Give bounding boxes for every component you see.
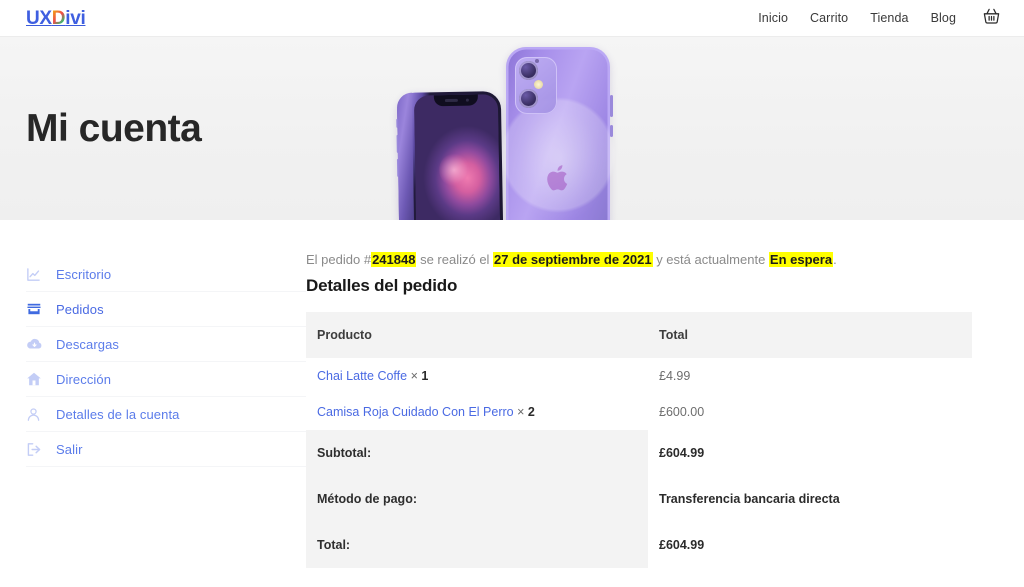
column-header-total: Total — [648, 311, 972, 358]
order-items-table: Producto Total Chai Latte Coffe × 1 £4.9… — [306, 311, 972, 568]
footer-label-total: Total: — [306, 521, 648, 568]
main-navigation: Inicio Carrito Tienda Blog — [758, 7, 1002, 29]
order-details-title: Detalles del pedido — [306, 275, 458, 295]
sidebar-item-escritorio[interactable]: Escritorio — [26, 257, 306, 292]
column-header-producto: Producto — [306, 311, 648, 358]
chart-line-icon — [26, 267, 56, 282]
phone-mute-switch — [395, 118, 399, 128]
order-intro-text-1: El pedido # — [306, 252, 372, 267]
sidebar-item-descargas[interactable]: Descargas — [26, 327, 306, 362]
table-footer-row-subtotal: Subtotal: £604.99 — [306, 429, 972, 476]
iphone-back-graphic — [506, 47, 613, 220]
table-footer-row-total: Total: £604.99 — [306, 521, 972, 568]
hero-section: Mi cuenta — [0, 37, 1024, 220]
shopping-basket-icon — [982, 7, 1001, 29]
store-icon — [26, 301, 56, 317]
table-row: Camisa Roja Cuidado Con El Perro × 2 £60… — [306, 394, 972, 430]
sidebar-item-pedidos[interactable]: Pedidos — [26, 292, 306, 327]
camera-flash-icon — [534, 80, 543, 89]
product-cell: Camisa Roja Cuidado Con El Perro × 2 — [306, 394, 648, 430]
logo-text-ux: UX — [26, 7, 52, 29]
product-quantity: 2 — [527, 404, 535, 419]
table-footer-row-payment-method: Método de pago: Transferencia bancaria d… — [306, 475, 972, 522]
footer-label-payment-method: Método de pago: — [306, 475, 648, 522]
table-footer: Subtotal: £604.99 Método de pago: Transf… — [306, 429, 972, 568]
site-header: UX Divi Inicio Carrito Tienda Blog — [0, 0, 1024, 37]
phone-volume-up-button — [396, 134, 399, 153]
quantity-separator: × — [410, 368, 418, 383]
phone-side-button — [610, 95, 613, 117]
footer-value-subtotal: £604.99 — [648, 429, 972, 476]
product-link[interactable]: Chai Latte Coffe — [317, 369, 407, 383]
order-details-panel: El pedido #241848 se realizó el 27 de se… — [306, 220, 1024, 587]
product-total: £4.99 — [659, 368, 691, 383]
phone-notch-graphic — [433, 94, 479, 107]
order-status-line: El pedido #241848 se realizó el 27 de se… — [306, 250, 972, 270]
product-link[interactable]: Camisa Roja Cuidado Con El Perro — [317, 405, 514, 419]
user-icon — [26, 407, 56, 422]
hero-product-image — [395, 47, 613, 220]
sidebar-label: Descargas — [56, 336, 120, 352]
sidebar-label: Pedidos — [56, 301, 104, 317]
page-title: Mi cuenta — [26, 106, 202, 150]
nav-item-inicio[interactable]: Inicio — [758, 11, 788, 25]
camera-lens-icon — [519, 61, 538, 80]
product-cell: Chai Latte Coffe × 1 — [306, 358, 648, 394]
product-total: £600.00 — [659, 404, 705, 419]
microphone-dot-icon — [535, 59, 539, 63]
sidebar-label: Dirección — [56, 371, 112, 387]
cart-button[interactable] — [980, 7, 1002, 29]
phone-side-button — [610, 125, 613, 137]
sidebar-label: Escritorio — [56, 266, 112, 282]
table-header-row: Producto Total — [306, 311, 972, 358]
camera-lens-icon — [519, 89, 538, 108]
nav-item-carrito[interactable]: Carrito — [810, 11, 848, 25]
apple-logo-icon — [545, 163, 571, 193]
sidebar-item-direccion[interactable]: Dirección — [26, 362, 306, 397]
table-body: Chai Latte Coffe × 1 £4.99 Camisa Roja C… — [306, 358, 972, 430]
order-intro-text-2: se realizó el — [416, 252, 494, 267]
sign-out-icon — [26, 442, 56, 457]
cloud-download-icon — [26, 337, 56, 352]
footer-value-payment-method: Transferencia bancaria directa — [648, 475, 972, 522]
order-intro-text-3: y está actualmente — [652, 252, 769, 267]
nav-item-blog[interactable]: Blog — [931, 11, 956, 25]
product-quantity: 1 — [421, 368, 429, 383]
table-row: Chai Latte Coffe × 1 £4.99 — [306, 358, 972, 394]
footer-label-subtotal: Subtotal: — [306, 429, 648, 476]
phone-edge-graphic — [395, 92, 415, 220]
site-logo[interactable]: UX Divi — [26, 7, 86, 29]
iphone-front-graphic — [395, 91, 504, 220]
logo-text-d: D — [51, 7, 66, 29]
order-number: 241848 — [371, 252, 417, 267]
order-date: 27 de septiembre de 2021 — [493, 252, 653, 267]
phone-screen-graphic — [413, 94, 501, 220]
status-badge: En espera — [768, 252, 834, 267]
account-content: Escritorio Pedidos Descargas Dirección D… — [0, 220, 1024, 587]
order-intro-text-4: . — [833, 252, 837, 267]
sidebar-item-detalles-de-la-cuenta[interactable]: Detalles de la cuenta — [26, 397, 306, 432]
sidebar-label: Detalles de la cuenta — [56, 406, 180, 422]
table-header: Producto Total — [306, 311, 972, 358]
home-icon — [26, 371, 56, 387]
quantity-separator: × — [517, 404, 525, 419]
logo-text-ivi: ivi — [65, 7, 86, 29]
phone-volume-down-button — [396, 158, 400, 177]
footer-value-total: £604.99 — [648, 521, 972, 568]
sidebar-item-salir[interactable]: Salir — [26, 432, 306, 467]
account-sidebar: Escritorio Pedidos Descargas Dirección D… — [0, 220, 306, 587]
nav-item-tienda[interactable]: Tienda — [870, 11, 908, 25]
sidebar-label: Salir — [56, 441, 83, 457]
